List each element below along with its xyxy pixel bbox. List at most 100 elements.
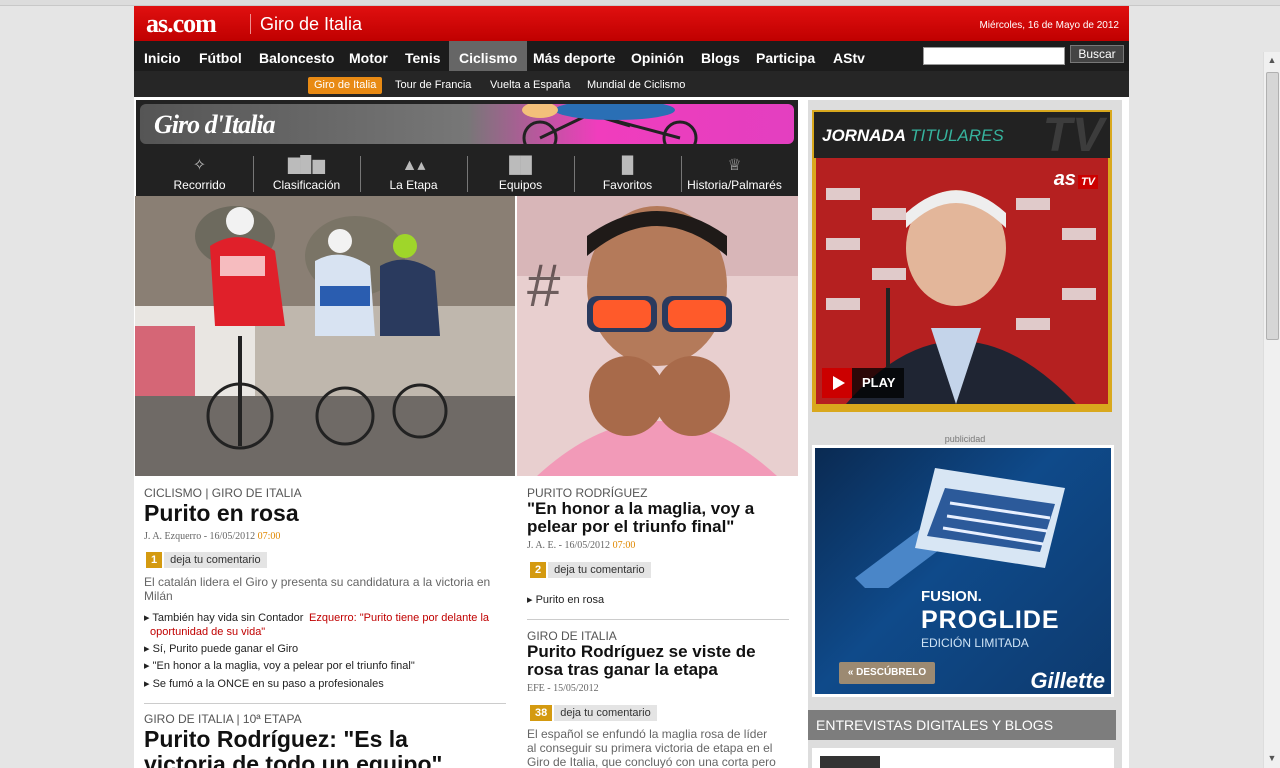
advertisement[interactable]: FUSION. PROGLIDE EDICIÓN LIMITADA « DESC… [812,445,1114,697]
nav-item-opinion[interactable]: Opinión [631,41,684,71]
subnav-item-tour[interactable]: Tour de Francia [389,77,477,94]
comment-count: 1 [146,552,163,568]
article4-kicker[interactable]: GIRO DE ITALIA [527,629,617,643]
blogs-section-header[interactable]: ENTREVISTAS DIGITALES Y BLOGS [808,710,1116,740]
nav-item-inicio[interactable]: Inicio [144,41,181,71]
byline-time: 07:00 [612,540,636,551]
page-scrollbar[interactable]: ▲ ▼ [1263,52,1280,768]
jersey-icon: █ [621,157,634,174]
main-nav: Inicio Fútbol Baloncesto Motor Tenis Cic… [134,41,1129,71]
article1-comment-badge[interactable]: 1 deja tu comentario [146,552,267,568]
comment-count: 38 [530,705,553,721]
scrollbar-thumb[interactable] [1266,72,1279,340]
giro-menu-label: Historia/Palmarés [687,178,782,192]
nav-item-ciclismo[interactable]: Ciclismo [449,41,528,71]
giro-menu-recorrido[interactable]: ✧ Recorrido [146,148,253,196]
giro-menu-clasificacion[interactable]: ▇▉▆ Clasificación [253,148,360,196]
nav-item-astv[interactable]: AStv [833,41,865,71]
subnav-item-mundial[interactable]: Mundial de Ciclismo [581,77,691,94]
search-input[interactable] [923,47,1065,65]
nav-item-futbol[interactable]: Fútbol [199,41,242,71]
article1-kicker[interactable]: CICLISMO | GIRO DE ITALIA [144,486,302,500]
subnav-item-giro[interactable]: Giro de Italia [308,77,383,94]
avatar[interactable] [820,756,880,768]
giro-menu-la-etapa[interactable]: ▲▴ La Etapa [360,148,467,196]
related-link[interactable]: ▸ Sí, Purito puede ganar el Giro [144,643,298,656]
divider [144,703,506,704]
nav-item-blogs[interactable]: Blogs [701,41,740,71]
blogs-list [812,748,1114,768]
sub-nav: Giro de Italia Tour de Francia Vuelta a … [134,71,1129,97]
related-link[interactable]: ▸ También hay vida sin Contador [144,612,303,625]
nav-item-tenis[interactable]: Tenis [405,41,441,71]
header-separator [250,14,251,34]
astv-brand-overlay: as TV [1054,168,1098,191]
cyclists-race-photo[interactable] [135,196,515,476]
nav-item-motor[interactable]: Motor [349,41,388,71]
site-logo[interactable]: as.com [146,9,217,39]
podium-icon: ▇▉▆ [288,157,325,174]
related-link-red-continued[interactable]: oportunidad de su vida" [150,626,265,639]
article4-comment-badge[interactable]: 38 deja tu comentario [530,705,657,721]
nav-item-baloncesto[interactable]: Baloncesto [259,41,334,71]
article3-kicker[interactable]: PURITO RODRÍGUEZ [527,486,647,500]
section-title[interactable]: Giro de Italia [260,14,362,35]
giro-menu-favoritos[interactable]: █ Favoritos [574,148,681,196]
related-link[interactable]: ▸ "En honor a la maglia, voy a pelear po… [144,660,415,673]
giro-menu-label: La Etapa [389,178,438,192]
giro-menu-equipos[interactable]: ██ Equipos [467,148,574,196]
related-link[interactable]: ▸ Purito en rosa [527,594,604,607]
article3-byline: J. A. E. - 16/05/2012 07:00 [527,540,635,551]
purito-portrait-photo[interactable]: # [517,196,798,476]
mountain-icon: ▲▴ [401,157,426,174]
search-button[interactable]: Buscar [1070,45,1124,63]
gillette-logo: Gillette [1030,668,1105,693]
trophy-icon: ♕ [727,157,742,174]
giro-banner[interactable]: Giro d'Italia [140,104,794,144]
article3-comment-badge[interactable]: 2 deja tu comentario [530,562,651,578]
article3-headline-line1[interactable]: "En honor a la maglia, voy a [527,499,754,518]
tv-watermark: TV [1042,109,1104,162]
comment-link[interactable]: deja tu comentario [548,562,651,578]
play-button[interactable]: PLAY [822,368,904,398]
scroll-down-arrow[interactable]: ▼ [1264,750,1280,766]
astv-header: TV JORNADA TITULARES [814,109,1110,162]
divider [527,619,789,620]
giro-menu-historia[interactable]: ♕ Historia/Palmarés [681,148,788,196]
article4-summary-line1: El español se enfundó la maglia rosa de … [527,727,768,741]
article4-byline: EFE - 15/05/2012 [527,683,599,694]
ad-proglide-text: PROGLIDE [921,606,1060,634]
nav-item-mas-deporte[interactable]: Más deporte [533,41,615,71]
svg-text:#: # [527,252,561,319]
article4-headline-line2[interactable]: rosa tras ganar la etapa [527,660,718,679]
article2-headline-line2[interactable]: victoria de todo un equipo" [144,751,442,768]
video-player[interactable]: as TV PLAY [816,158,1108,404]
scroll-up-arrow[interactable]: ▲ [1264,52,1280,68]
subnav-item-vuelta[interactable]: Vuelta a España [484,77,576,94]
astv-video-box: TV JORNADA TITULARES as TV PLAY [812,109,1112,412]
related-link[interactable]: ▸ Se fumó a la ONCE en su paso a profesi… [144,678,384,691]
giro-logo: Giro d'Italia [154,110,276,139]
byline-time: 07:00 [257,531,281,542]
right-column: TV JORNADA TITULARES as TV PLAY publicid… [808,100,1122,768]
giro-menu-label: Recorrido [173,178,226,192]
razor-image [855,468,1065,598]
article2-kicker[interactable]: GIRO DE ITALIA | 10ª ETAPA [144,712,302,726]
site-header: as.com Giro de Italia Miércoles, 16 de M… [134,6,1129,41]
giro-section-header: Giro d'Italia ✧ Recorrido ▇▉▆ Clasificac… [136,100,798,196]
comment-link[interactable]: deja tu comentario [164,552,267,568]
article1-headline[interactable]: Purito en rosa [144,500,299,526]
cyclist-banner-image [522,104,698,144]
article4-headline-line1[interactable]: Purito Rodríguez se viste de [527,642,756,661]
ad-cta-button[interactable]: « DESCÚBRELO [839,662,935,684]
article3-headline-line2[interactable]: pelear por el triunfo final" [527,517,734,536]
play-icon [822,368,852,398]
article2-headline-line1[interactable]: Purito Rodríguez: "Es la [144,726,408,752]
related-link-red[interactable]: Ezquerro: "Purito tiene por delante la [309,612,489,625]
comment-link[interactable]: deja tu comentario [554,705,657,721]
ad-edition-text: EDICIÓN LIMITADA [921,636,1029,650]
nav-item-participa[interactable]: Participa [756,41,815,71]
giro-menu-label: Equipos [498,178,543,192]
gillette-ad[interactable]: FUSION. PROGLIDE EDICIÓN LIMITADA « DESC… [815,448,1111,694]
byline-author: J. A. E. - 16/05/2012 [527,540,611,551]
